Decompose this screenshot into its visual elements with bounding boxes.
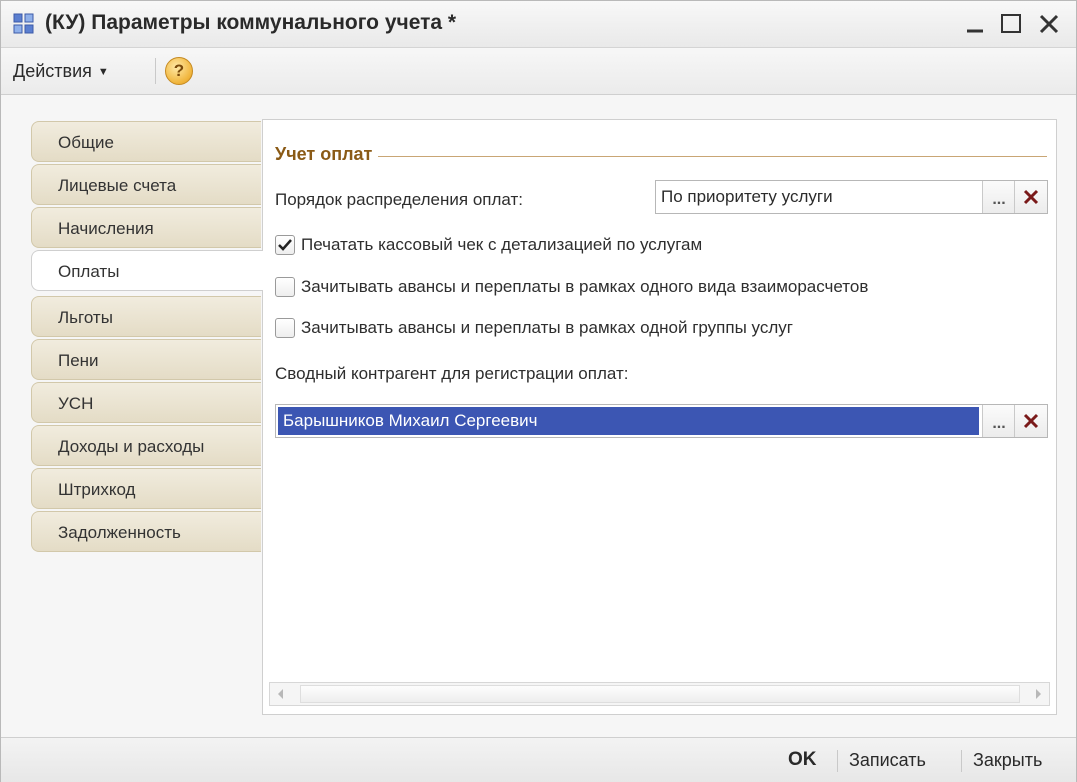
- offset-advances-type-label: Зачитывать авансы и переплаты в рамках о…: [301, 277, 869, 296]
- group-title: Учет оплат: [275, 144, 379, 165]
- actions-menu-label: Действия: [13, 61, 92, 81]
- checkmark-icon: [278, 239, 292, 251]
- tab-accruals[interactable]: Начисления: [31, 207, 261, 248]
- offset-advances-type-checkbox[interactable]: [275, 277, 295, 297]
- tab-income-expenses[interactable]: Доходы и расходы: [31, 425, 261, 466]
- tab-accounts[interactable]: Лицевые счета: [31, 164, 261, 205]
- caret-down-icon: ▼: [97, 66, 109, 78]
- actions-menu-button[interactable]: Действия ▼: [7, 57, 115, 85]
- help-icon[interactable]: ?: [165, 57, 193, 85]
- toolbar: Действия ▼ ?: [1, 48, 1076, 95]
- toolbar-separator: [155, 58, 156, 84]
- counterparty-value: Барышников Михаил Сергеевич: [278, 407, 979, 435]
- tab-usn[interactable]: УСН: [31, 382, 261, 423]
- bottom-bar: OK Записать Закрыть: [1, 737, 1076, 782]
- clear-x-icon[interactable]: [1014, 405, 1047, 437]
- title-bar: (КУ) Параметры коммунального учета *: [1, 1, 1076, 48]
- form-icon: [13, 13, 34, 34]
- close-icon[interactable]: [1035, 9, 1065, 39]
- distribution-order-label: Порядок распределения оплат:: [275, 190, 523, 209]
- window-title: (КУ) Параметры коммунального учета *: [45, 11, 457, 34]
- horizontal-scrollbar[interactable]: [269, 682, 1050, 706]
- settings-window: (КУ) Параметры коммунального учета * Дей…: [0, 0, 1077, 782]
- bottom-separator: [961, 750, 962, 772]
- ok-button[interactable]: OK: [788, 746, 817, 774]
- save-button[interactable]: Записать: [849, 746, 926, 774]
- counterparty-label: Сводный контрагент для регистрации оплат…: [275, 364, 629, 383]
- scrollbar-thumb[interactable]: [300, 685, 1020, 703]
- print-receipt-label: Печатать кассовый чек с детализацией по …: [301, 235, 703, 254]
- clear-x-icon[interactable]: [1014, 181, 1047, 213]
- select-button[interactable]: ...: [982, 181, 1015, 213]
- tab-barcode[interactable]: Штрихкод: [31, 468, 261, 509]
- print-receipt-checkbox[interactable]: [275, 235, 295, 255]
- scroll-right-icon[interactable]: [1027, 683, 1049, 705]
- distribution-order-field[interactable]: По приоритету услуги ...: [655, 180, 1048, 214]
- offset-advances-group-checkbox[interactable]: [275, 318, 295, 338]
- select-button[interactable]: ...: [982, 405, 1015, 437]
- minimize-icon[interactable]: [961, 9, 991, 39]
- tab-benefits[interactable]: Льготы: [31, 296, 261, 337]
- scroll-left-icon[interactable]: [270, 683, 292, 705]
- tab-payments[interactable]: Оплаты: [31, 250, 263, 291]
- maximize-icon[interactable]: [997, 9, 1027, 39]
- tab-general[interactable]: Общие: [31, 121, 261, 162]
- distribution-order-value: По приоритету услуги: [661, 187, 833, 206]
- payments-panel: Учет оплат Порядок распределения оплат: …: [262, 119, 1057, 715]
- tab-penalties[interactable]: Пени: [31, 339, 261, 380]
- bottom-separator: [837, 750, 838, 772]
- tab-debt[interactable]: Задолженность: [31, 511, 261, 552]
- counterparty-field[interactable]: Барышников Михаил Сергеевич ...: [275, 404, 1048, 438]
- close-button[interactable]: Закрыть: [973, 746, 1042, 774]
- group-divider: [275, 156, 1047, 157]
- offset-advances-group-label: Зачитывать авансы и переплаты в рамках о…: [301, 318, 793, 337]
